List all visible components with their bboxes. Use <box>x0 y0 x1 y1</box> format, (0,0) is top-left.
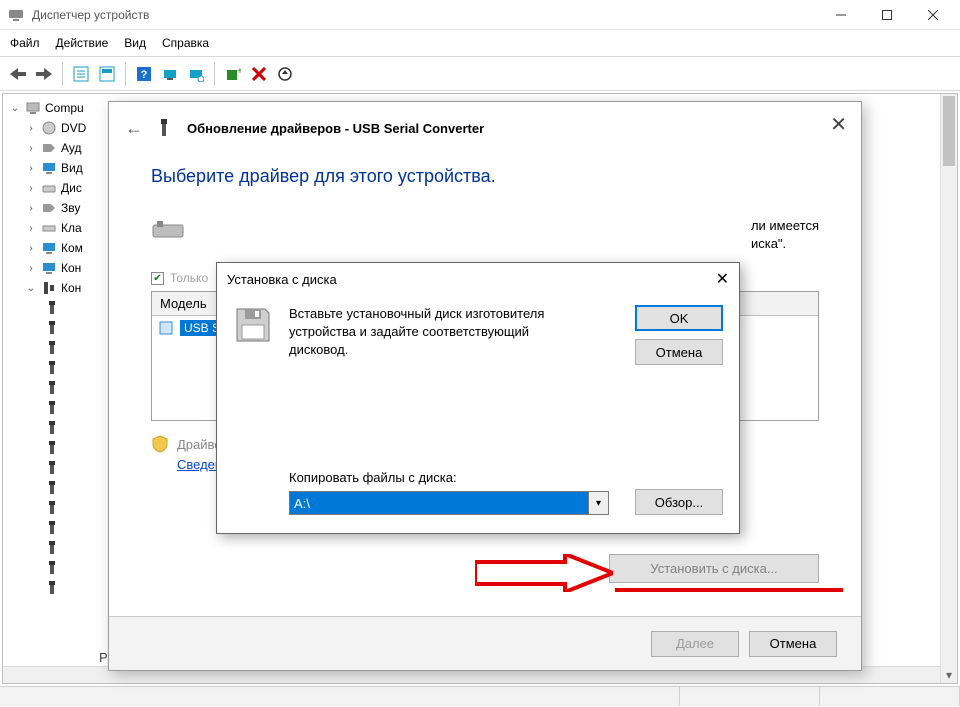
next-button[interactable]: Далее <box>651 631 739 657</box>
properties-icon[interactable] <box>95 62 119 86</box>
tree-item[interactable] <box>7 578 107 598</box>
tree-item[interactable]: ›Зву <box>7 198 107 218</box>
close-button[interactable] <box>910 0 956 30</box>
ok-button[interactable]: OK <box>635 305 723 331</box>
checkbox-icon[interactable]: ✔ <box>151 272 164 285</box>
show-hidden-icon[interactable] <box>69 62 93 86</box>
tree-item[interactable] <box>7 558 107 578</box>
tree-item[interactable] <box>7 458 107 478</box>
wizard-close-button[interactable]: ✕ <box>830 112 847 137</box>
path-combobox[interactable]: ▾ <box>289 491 609 515</box>
tree-root[interactable]: ⌄ Compu <box>7 98 107 118</box>
tree-item[interactable]: ⌄Кон <box>7 278 107 298</box>
wizard-title: Обновление драйверов - USB Serial Conver… <box>187 121 484 136</box>
minimize-button[interactable] <box>818 0 864 30</box>
computer-icon <box>25 100 41 116</box>
wizard-heading: Выберите драйвер для этого устройства. <box>151 166 819 187</box>
shield-icon <box>151 435 169 453</box>
scroll-down-icon[interactable]: ▾ <box>941 666 957 683</box>
tree-item[interactable]: ›Вид <box>7 158 107 178</box>
tree-item[interactable] <box>7 378 107 398</box>
update-driver-icon[interactable] <box>273 62 297 86</box>
tree-item[interactable]: ›DVD <box>7 118 107 138</box>
window-controls <box>818 0 956 30</box>
tree-item[interactable] <box>7 398 107 418</box>
menu-file[interactable]: Файл <box>10 36 40 50</box>
wizard-back-icon[interactable]: ← <box>125 118 143 139</box>
tree-item[interactable] <box>7 418 107 438</box>
toolbar: ? + <box>0 57 960 91</box>
wizard-instruction-partial: ли имеется иска". <box>751 217 819 253</box>
wizard-footer: Далее Отмена <box>109 616 861 670</box>
maximize-button[interactable] <box>864 0 910 30</box>
statusbar <box>0 686 960 706</box>
install-from-disk-dialog: Установка с диска ✕ Вставьте установочны… <box>216 262 740 534</box>
tree-item[interactable] <box>7 498 107 518</box>
wizard-device-icon <box>157 118 173 138</box>
menu-help[interactable]: Справка <box>162 36 209 50</box>
titlebar: Диспетчер устройств <box>0 0 960 30</box>
red-underline-annotation <box>615 588 843 592</box>
window-title: Диспетчер устройств <box>32 8 818 22</box>
tree-item[interactable]: ›Кла <box>7 218 107 238</box>
tree-item[interactable]: ›Ком <box>7 238 107 258</box>
expand-icon[interactable]: ⌄ <box>9 103 21 114</box>
scan-icon[interactable] <box>158 62 182 86</box>
svg-text:+: + <box>237 66 241 77</box>
tree-item[interactable] <box>7 518 107 538</box>
compat-label: Только <box>170 271 208 285</box>
dialog-titlebar: Установка с диска ✕ <box>217 263 739 295</box>
red-arrow-annotation <box>475 554 613 592</box>
scroll-thumb[interactable] <box>943 96 955 166</box>
browse-button[interactable]: Обзор... <box>635 489 723 515</box>
back-icon[interactable] <box>6 62 30 86</box>
wizard-header: ← Обновление драйверов - USB Serial Conv… <box>109 102 861 154</box>
dropdown-icon[interactable]: ▾ <box>589 491 609 515</box>
tree-item[interactable] <box>7 318 107 338</box>
device-manager-icon <box>8 7 24 23</box>
dialog-title: Установка с диска <box>227 272 337 287</box>
tree-item[interactable] <box>7 478 107 498</box>
floppy-disk-icon <box>233 305 273 345</box>
menubar: Файл Действие Вид Справка <box>0 30 960 57</box>
vertical-scrollbar[interactable]: ▴ ▾ <box>940 94 957 683</box>
tree-item[interactable] <box>7 438 107 458</box>
dialog-cancel-button[interactable]: Отмена <box>635 339 723 365</box>
tree-item[interactable] <box>7 298 107 318</box>
driver-file-icon <box>158 320 174 336</box>
add-legacy-icon[interactable]: + <box>221 62 245 86</box>
tree-root-label: Compu <box>45 101 84 115</box>
tree-item[interactable]: ›Ауд <box>7 138 107 158</box>
dialog-close-button[interactable]: ✕ <box>716 269 729 289</box>
tree-item[interactable]: ›Кон <box>7 258 107 278</box>
menu-action[interactable]: Действие <box>56 36 109 50</box>
cancel-button[interactable]: Отмена <box>749 631 837 657</box>
path-input[interactable] <box>289 491 589 515</box>
uninstall-icon[interactable] <box>247 62 271 86</box>
help-icon[interactable]: ? <box>132 62 156 86</box>
tree-item[interactable] <box>7 338 107 358</box>
tree-item[interactable] <box>7 358 107 378</box>
forward-icon[interactable] <box>32 62 56 86</box>
usb-icon <box>45 300 61 316</box>
device-tree[interactable]: ⌄ Compu ›DVD ›Ауд ›Вид ›Дис ›Зву ›Кла ›К… <box>3 94 111 602</box>
svg-text:?: ? <box>141 69 148 81</box>
tree-item[interactable]: ›Дис <box>7 178 107 198</box>
menu-view[interactable]: Вид <box>124 36 146 50</box>
scan-hardware-icon[interactable] <box>184 62 208 86</box>
hardware-icon <box>151 217 191 245</box>
install-from-disk-button[interactable]: Установить с диска... <box>609 554 819 583</box>
copy-from-label: Копировать файлы с диска: <box>289 470 723 485</box>
dialog-instruction: Вставьте установочный диск изготовителя … <box>289 305 589 360</box>
tree-item[interactable] <box>7 538 107 558</box>
